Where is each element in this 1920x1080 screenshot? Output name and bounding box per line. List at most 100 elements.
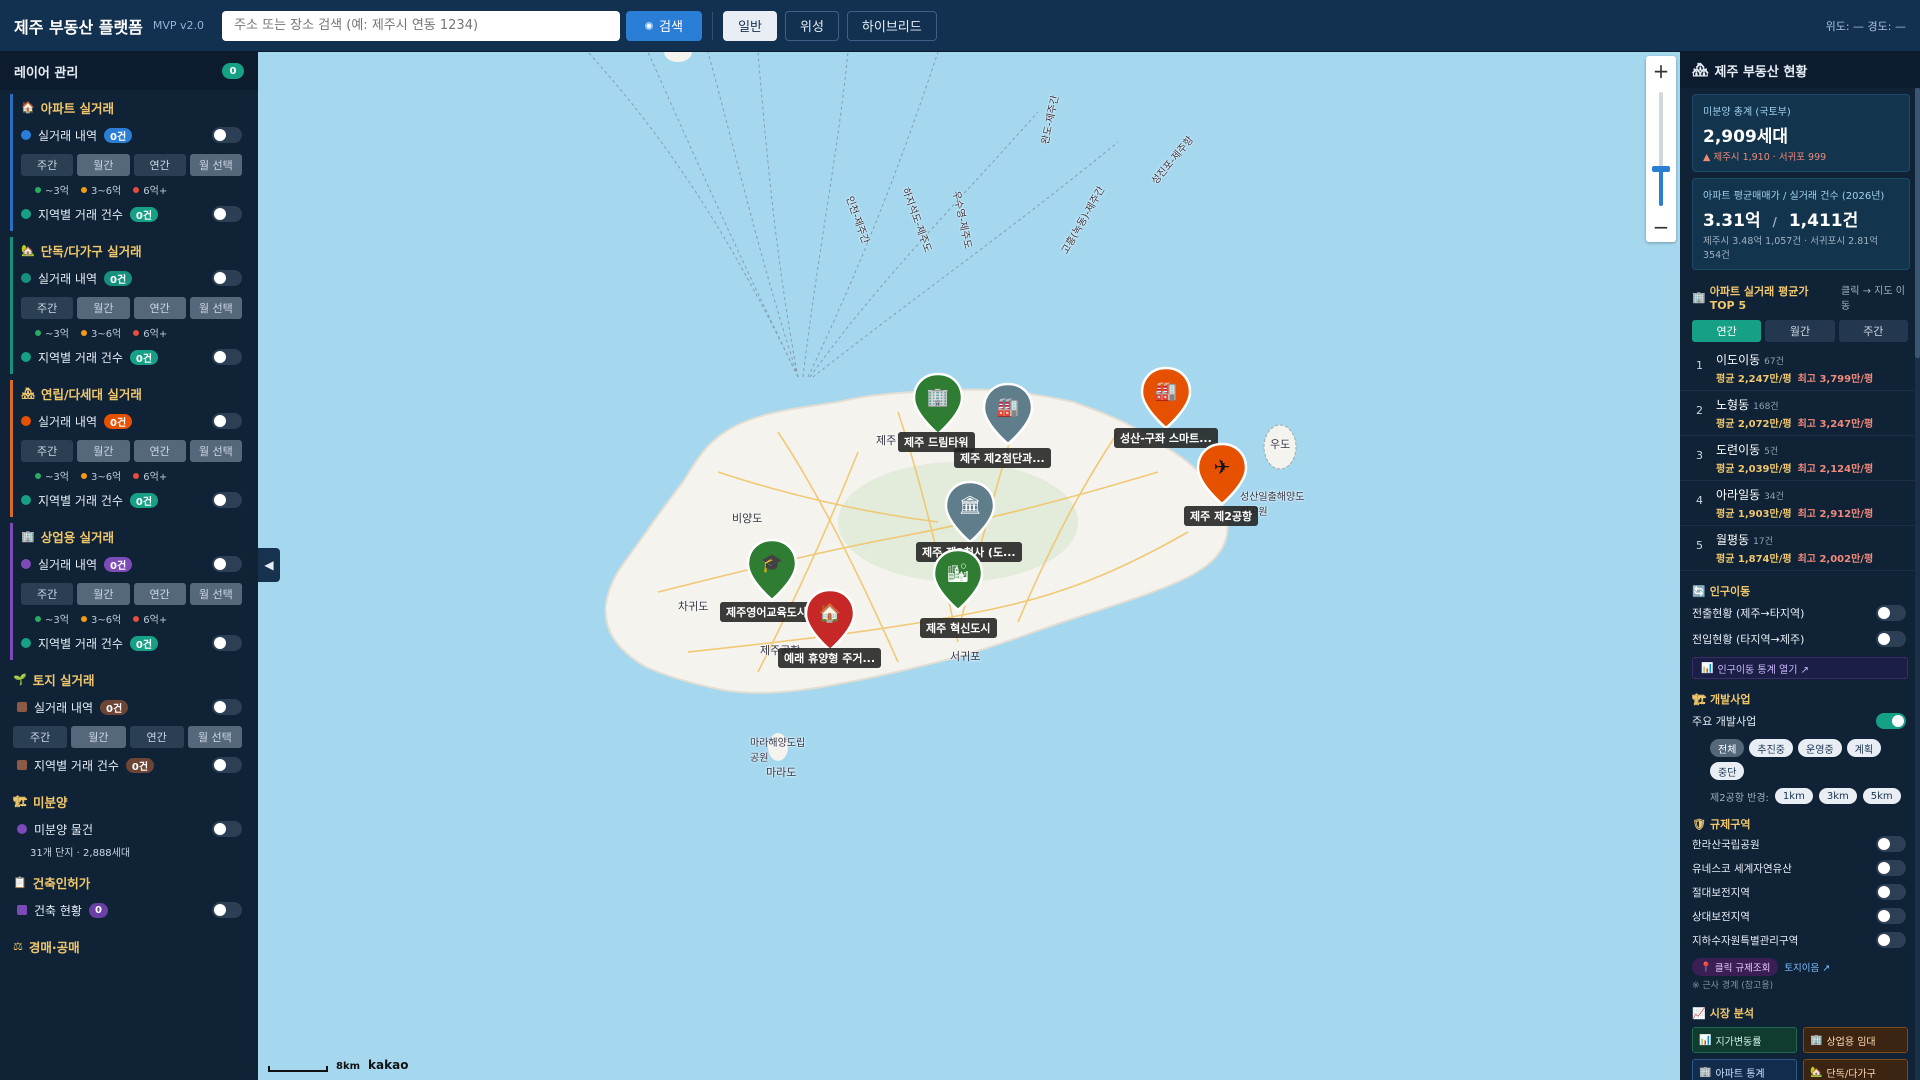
radius-5km-button[interactable]: 5km: [1862, 788, 1901, 804]
row-label: 한라산국립공원: [1692, 838, 1760, 851]
regulation-lookup-button[interactable]: 📍 클릭 규제조회: [1692, 958, 1779, 976]
zoom-out-button[interactable]: −: [1646, 212, 1676, 242]
period-buttons: 주간 월간 연간 월 선택: [21, 583, 248, 605]
marker-pin[interactable]: 🏭: [980, 382, 1036, 448]
period-monthly-button[interactable]: 월간: [71, 726, 126, 748]
maptype-hybrid-button[interactable]: 하이브리드: [846, 10, 937, 41]
regulation-toggle[interactable]: [1876, 908, 1906, 924]
search-button[interactable]: 검색: [626, 10, 703, 41]
search-input[interactable]: [222, 10, 621, 41]
sidebar-collapse-button[interactable]: ◀: [258, 548, 280, 582]
marker-pin[interactable]: ✈: [1194, 442, 1250, 508]
development-toggle[interactable]: [1876, 713, 1906, 729]
period-monthly-button[interactable]: 월간: [77, 297, 130, 319]
period-weekly-button[interactable]: 주간: [13, 726, 68, 748]
period-select-button[interactable]: 월 선택: [189, 583, 242, 605]
period-weekly-button[interactable]: 주간: [21, 583, 74, 605]
radius-3km-button[interactable]: 3km: [1818, 788, 1857, 804]
commercial-region-toggle[interactable]: [212, 635, 242, 651]
apt-trade-toggle[interactable]: [212, 127, 242, 143]
tab-yearly[interactable]: 연간: [1692, 320, 1762, 342]
population-in-toggle[interactable]: [1876, 631, 1906, 647]
list-item[interactable]: 3 도련이동 5건 평균 2,039만/평 최고 2,124만/평: [1680, 436, 1920, 481]
land-region-toggle[interactable]: [212, 757, 242, 773]
population-stats-link[interactable]: 📊 인구이동 통계 열기 ↗: [1692, 657, 1908, 679]
maptype-satellite-button[interactable]: 위성: [784, 10, 839, 41]
land-price-button[interactable]: 📊 지가변동률: [1692, 1027, 1797, 1053]
period-monthly-button[interactable]: 월간: [77, 154, 130, 176]
chip-all[interactable]: 전체: [1710, 739, 1745, 757]
map-canvas[interactable]: 제주 비양도 차귀도 서귀포 우도 마라도 마라해양도립공원 제주공항 성산일출…: [258, 52, 1680, 1080]
apt-region-toggle[interactable]: [212, 206, 242, 222]
period-buttons: 주간 월간 연간 월 선택: [13, 726, 248, 748]
building-icon: 🏢: [927, 387, 949, 408]
marker-pin[interactable]: 🏙: [930, 548, 986, 614]
period-select-button[interactable]: 월 선택: [189, 154, 242, 176]
chip-operating[interactable]: 운영중: [1798, 739, 1842, 757]
count-pill: 0건: [125, 757, 155, 773]
population-out-toggle[interactable]: [1876, 605, 1906, 621]
house-trade-toggle[interactable]: [212, 270, 242, 286]
period-yearly-button[interactable]: 연간: [133, 440, 186, 462]
zoom-fill: [1659, 168, 1663, 206]
count-pill: 0건: [104, 127, 133, 143]
tab-monthly[interactable]: 월간: [1765, 320, 1835, 342]
period-select-button[interactable]: 월 선택: [189, 297, 242, 319]
marker-pin[interactable]: 🏠: [802, 588, 858, 654]
chip-stopped[interactable]: 중단: [1710, 762, 1745, 780]
period-select-button[interactable]: 월 선택: [189, 440, 242, 462]
zoom-in-button[interactable]: +: [1646, 56, 1676, 86]
airport-radius: 제2공항 반경: 1km 3km 5km: [1680, 780, 1920, 804]
chip-in-progress[interactable]: 추진중: [1749, 739, 1794, 757]
villa-region-toggle[interactable]: [212, 492, 242, 508]
list-item[interactable]: 2 노형동 168건 평균 2,072만/평 최고 3,247만/평: [1680, 391, 1920, 436]
period-weekly-button[interactable]: 주간: [21, 297, 74, 319]
radius-1km-button[interactable]: 1km: [1774, 788, 1813, 804]
house-stats-button[interactable]: 🏡 단독/다가구: [1803, 1059, 1908, 1080]
place-label: 서귀포: [950, 650, 981, 663]
period-weekly-button[interactable]: 주간: [21, 440, 74, 462]
marker-pin[interactable]: 🏛: [942, 480, 998, 546]
land-eum-link[interactable]: 토지이음 ↗: [1784, 960, 1830, 974]
regulation-toggle[interactable]: [1876, 836, 1906, 852]
unsold-toggle[interactable]: [212, 821, 242, 837]
list-item[interactable]: 4 아라일동 34건 평균 1,903만/평 최고 2,912만/평: [1680, 481, 1920, 526]
tab-weekly[interactable]: 주간: [1838, 320, 1908, 342]
place-label: 제주: [876, 434, 897, 447]
commercial-rent-button[interactable]: 🏢 상업용 임대: [1803, 1027, 1908, 1053]
commercial-trade-toggle[interactable]: [212, 556, 242, 572]
land-trade-toggle[interactable]: [212, 699, 242, 715]
marker-pin[interactable]: 🎓: [744, 538, 800, 604]
regulation-toggle[interactable]: [1876, 932, 1906, 948]
house-region-toggle[interactable]: [212, 349, 242, 365]
price-legend: ~3억 3~6억 6억+: [21, 182, 248, 197]
marker-pin[interactable]: 🏢: [910, 372, 966, 438]
price-legend: ~3억 3~6억 6억+: [21, 325, 248, 340]
population-out-row: 전출현황 (제주→타지역): [1680, 601, 1920, 625]
period-monthly-button[interactable]: 월간: [77, 583, 130, 605]
villa-trade-toggle[interactable]: [212, 413, 242, 429]
marker-pin[interactable]: 🏭: [1138, 366, 1194, 432]
chip-planned[interactable]: 계획: [1846, 739, 1882, 757]
list-item[interactable]: 5 월평동 17건 평균 1,874만/평 최고 2,002만/평: [1680, 526, 1920, 571]
period-yearly-button[interactable]: 연간: [133, 297, 186, 319]
legend-label: 6억+: [143, 186, 168, 197]
regulation-toggle[interactable]: [1876, 884, 1906, 900]
period-select-button[interactable]: 월 선택: [187, 726, 242, 748]
period-weekly-button[interactable]: 주간: [21, 154, 74, 176]
apartment-stats-button[interactable]: 🏢 아파트 통계: [1692, 1059, 1797, 1080]
rank-avg: 평균 2,072만/평: [1716, 419, 1792, 430]
card-sub: ▲ 제주시 1,910 · 서귀포 999: [1703, 152, 1827, 163]
period-yearly-button[interactable]: 연간: [129, 726, 184, 748]
list-item[interactable]: 1 이도이동 67건 평균 2,247만/평 최고 3,799만/평: [1680, 346, 1920, 391]
panel-scrollbar[interactable]: [1915, 88, 1920, 1080]
maptype-normal-button[interactable]: 일반: [723, 10, 777, 41]
regulation-toggle[interactable]: [1876, 860, 1906, 876]
period-yearly-button[interactable]: 연간: [133, 583, 186, 605]
zoom-handle[interactable]: [1652, 166, 1670, 172]
permit-toggle[interactable]: [212, 902, 242, 918]
section-title: 📋 건축인허가: [13, 871, 248, 893]
period-yearly-button[interactable]: 연간: [133, 154, 186, 176]
period-monthly-button[interactable]: 월간: [77, 440, 130, 462]
scale-label: 8km: [336, 1061, 361, 1072]
